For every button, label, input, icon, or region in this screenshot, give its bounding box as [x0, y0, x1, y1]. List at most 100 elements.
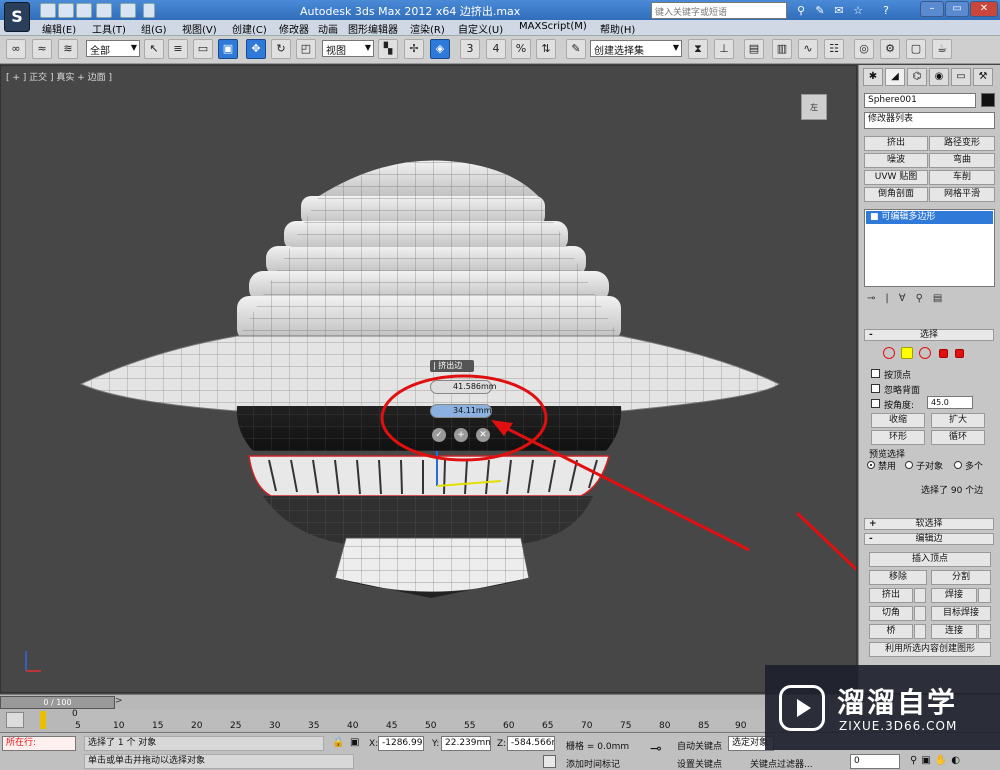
bridge-button[interactable]: 桥: [869, 624, 913, 639]
modifier-list-select[interactable]: 修改器列表: [864, 112, 995, 129]
maximize-button[interactable]: ▭: [945, 1, 969, 17]
binoculars-icon[interactable]: ⚲: [793, 3, 809, 18]
pivot-center-icon[interactable]: ▚: [378, 39, 398, 59]
schematic-view-icon[interactable]: ☷: [824, 39, 844, 59]
edit-edges-rollout-header[interactable]: - 编辑边: [864, 533, 994, 545]
select-move-icon[interactable]: ✥: [246, 39, 266, 59]
set-key-button[interactable]: 设置关键点: [677, 757, 722, 770]
select-scale-icon[interactable]: ◰: [296, 39, 316, 59]
add-time-tag-label[interactable]: 添加时间标记: [566, 757, 620, 770]
preview-subobject-radio[interactable]: [905, 461, 913, 469]
menu-tools[interactable]: 工具(T): [92, 21, 126, 36]
modify-tab-icon[interactable]: ◢: [885, 68, 905, 86]
target-weld-button[interactable]: 目标焊接: [931, 606, 991, 621]
graphite-ribbon-icon[interactable]: ▥: [772, 39, 792, 59]
lock-selection-icon[interactable]: 🔒: [332, 737, 344, 748]
menu-group[interactable]: 组(G): [141, 21, 167, 36]
new-file-icon[interactable]: [40, 3, 56, 18]
grow-button[interactable]: 扩大: [931, 413, 985, 428]
layer-manager-icon[interactable]: ▤: [744, 39, 764, 59]
percent-snap-icon[interactable]: %: [511, 39, 531, 59]
edit-named-selection-icon[interactable]: ✎: [566, 39, 586, 59]
help-search-input[interactable]: 键入关键字或短语: [651, 2, 787, 19]
auto-key-button[interactable]: 自动关键点: [677, 739, 722, 752]
menu-customize[interactable]: 自定义(U): [458, 21, 503, 36]
menu-maxscript[interactable]: MAXScript(M): [519, 21, 587, 32]
z-coord-input[interactable]: -584.566m: [507, 736, 555, 751]
x-coord-input[interactable]: -1286.997: [378, 736, 424, 751]
remove-button[interactable]: 移除: [869, 570, 927, 585]
insert-vertex-button[interactable]: 插入顶点: [869, 552, 991, 567]
y-coord-input[interactable]: 22.239mm: [441, 736, 491, 751]
modifier-extrude-button[interactable]: 挤出: [864, 136, 928, 151]
menu-animation[interactable]: 动画: [318, 21, 338, 36]
app-logo-icon[interactable]: S: [4, 2, 30, 32]
favorites-star-icon[interactable]: ☆: [850, 3, 866, 18]
unlink-icon[interactable]: ≈: [32, 39, 52, 59]
menu-edit[interactable]: 编辑(E): [42, 21, 76, 36]
caddy-ok-button[interactable]: ✓: [432, 428, 446, 442]
stack-item-expand-icon[interactable]: ■: [870, 212, 881, 222]
material-editor-icon[interactable]: ◎: [854, 39, 874, 59]
frame-ruler[interactable]: 0 5 10 15 20 25 30 35 40 45 50 55 60 65 …: [72, 709, 775, 731]
help-icon[interactable]: ?: [878, 3, 894, 18]
timeline-right-arrow-icon[interactable]: >: [115, 696, 125, 708]
caddy-cancel-button[interactable]: ✕: [476, 428, 490, 442]
close-button[interactable]: ✕: [970, 1, 998, 17]
align-icon[interactable]: ⊥: [714, 39, 734, 59]
time-slider[interactable]: 0 / 100: [0, 696, 115, 709]
extrude-height-field[interactable]: 41.586mm: [430, 380, 497, 394]
object-color-swatch[interactable]: [981, 93, 995, 107]
extrude-width-field[interactable]: 34.11mm: [430, 404, 492, 418]
chamfer-settings-button[interactable]: [914, 606, 926, 621]
set-key-icon[interactable]: ⊸: [650, 741, 662, 757]
weld-settings-button[interactable]: [978, 588, 991, 603]
hierarchy-tab-icon[interactable]: ⌬: [907, 68, 927, 86]
utilities-tab-icon[interactable]: ⚒: [973, 68, 993, 86]
reference-coordinate-select[interactable]: 视图: [322, 40, 374, 57]
shrink-button[interactable]: 收缩: [871, 413, 925, 428]
by-angle-checkbox[interactable]: [871, 399, 880, 408]
select-rotate-icon[interactable]: ↻: [271, 39, 291, 59]
key-icon[interactable]: ✎: [812, 3, 828, 18]
menu-create[interactable]: 创建(C): [232, 21, 267, 36]
rectangle-selection-icon[interactable]: ▭: [193, 39, 213, 59]
by-vertex-checkbox[interactable]: [871, 369, 880, 378]
edge-mode-icon[interactable]: [901, 347, 913, 359]
select-object-icon[interactable]: ↖: [144, 39, 164, 59]
motion-tab-icon[interactable]: ◉: [929, 68, 949, 86]
preview-off-radio[interactable]: [867, 461, 875, 469]
split-button[interactable]: 分割: [931, 570, 991, 585]
modifier-lathe-button[interactable]: 车削: [929, 170, 995, 185]
curve-editor-icon[interactable]: ∿: [798, 39, 818, 59]
bridge-settings-button[interactable]: [914, 624, 926, 639]
quick-access-dropdown-icon[interactable]: [143, 3, 155, 18]
polygon-mode-icon[interactable]: [939, 349, 948, 358]
create-tab-icon[interactable]: ✱: [863, 68, 883, 86]
angle-value-input[interactable]: 45.0: [927, 396, 973, 409]
ignore-backfacing-checkbox[interactable]: [871, 384, 880, 393]
menu-views[interactable]: 视图(V): [182, 21, 217, 36]
preview-multi-radio[interactable]: [954, 461, 962, 469]
select-by-name-icon[interactable]: ≡: [168, 39, 188, 59]
spinner-snap-icon[interactable]: ⇅: [536, 39, 556, 59]
modifier-path-deform-button[interactable]: 路径变形: [929, 136, 995, 151]
vertex-mode-icon[interactable]: [883, 347, 895, 359]
connect-settings-button[interactable]: [978, 624, 991, 639]
viewport-nav-icons[interactable]: ⚲▣✋◐: [910, 755, 964, 766]
select-manipulate-icon[interactable]: ✢: [404, 39, 424, 59]
border-mode-icon[interactable]: [919, 347, 931, 359]
caddy-apply-button[interactable]: +: [454, 428, 468, 442]
time-tag-icon[interactable]: [543, 755, 556, 768]
object-name-input[interactable]: Sphere001: [864, 93, 976, 108]
element-mode-icon[interactable]: [955, 349, 964, 358]
loop-button[interactable]: 循环: [931, 430, 985, 445]
modifier-uvw-map-button[interactable]: UVW 贴图: [864, 170, 928, 185]
maxscript-listener-mini[interactable]: 所在行:: [2, 736, 76, 751]
connect-button[interactable]: 连接: [931, 624, 977, 639]
menu-help[interactable]: 帮助(H): [600, 21, 635, 36]
key-filters-button[interactable]: 关键点过滤器...: [750, 757, 813, 770]
stack-tools-icons[interactable]: ⊸|∀⚲▤: [867, 293, 952, 304]
extrude-settings-button[interactable]: [914, 588, 926, 603]
mini-curve-editor-icon[interactable]: [6, 712, 24, 728]
